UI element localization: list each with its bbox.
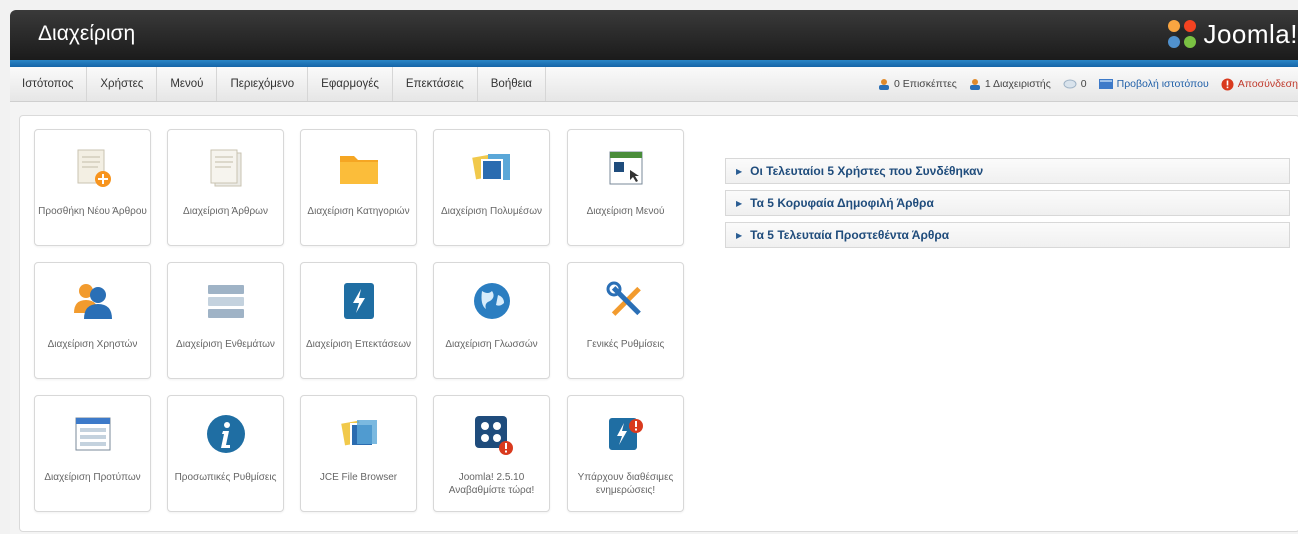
menu-item[interactable]: Περιεχόμενο: [217, 67, 309, 101]
collapsible-module[interactable]: ▶ Τα 5 Κορυφαία Δημοφιλή Άρθρα: [725, 190, 1290, 216]
tile-label: Διαχείριση Προτύπων: [44, 472, 141, 483]
menu-item[interactable]: Ιστότοπος: [10, 67, 88, 101]
tile-label: Διαχείριση Επεκτάσεων: [305, 339, 412, 350]
quick-icon-tile[interactable]: Διαχείριση Κατηγοριών: [300, 129, 417, 246]
info-modules: ▶ Οι Τελευταίοι 5 Χρήστες που Συνδέθηκαν ▶…: [725, 158, 1290, 254]
menu-item[interactable]: Μενού: [157, 67, 218, 101]
collapsible-module[interactable]: ▶ Τα 5 Τελευταία Προστεθέντα Άρθρα: [725, 222, 1290, 248]
expand-arrow-icon: ▶: [736, 230, 743, 240]
module-title: Τα 5 Κορυφαία Δημοφιλή Άρθρα: [750, 196, 934, 210]
quick-icon-tile[interactable]: Διαχείριση Προτύπων: [34, 395, 151, 512]
admin-window: Διαχείριση Joomla! Ιστότοπος Χρήστες Μενού…: [10, 10, 1298, 534]
tile-label: Προσωπικές Ρυθμίσεις: [174, 472, 277, 483]
menu-item[interactable]: Χρήστες: [87, 67, 158, 101]
media-icon: [468, 144, 516, 192]
articles-icon: [202, 144, 250, 192]
globe-icon: [468, 277, 516, 325]
tile-label: Γενικές Ρυθμίσεις: [586, 339, 665, 350]
module-title: Τα 5 Τελευταία Προστεθέντα Άρθρα: [750, 228, 950, 242]
tile-label: Διαχείριση Χρηστών: [47, 339, 138, 350]
tile-label: Διαχείριση Μενού: [586, 206, 665, 217]
control-panel: Προσθήκη Νέου Άρθρου Διαχείριση Άρθρων Δια…: [19, 115, 1298, 532]
quick-icon-tile[interactable]: Διαχείριση Μενού: [567, 129, 684, 246]
tile-label: Διαχείριση Πολυμέσων: [440, 206, 543, 217]
brand-name: Joomla!: [1203, 18, 1298, 49]
tile-label: Διαχείριση Κατηγοριών: [307, 206, 410, 217]
logout-icon: [1221, 78, 1234, 90]
quick-icon-tile[interactable]: Διαχείριση Επεκτάσεων: [300, 262, 417, 379]
joomla-logo-icon: [1168, 20, 1197, 48]
messages-icon: [1063, 79, 1077, 88]
admins-icon: [969, 79, 980, 90]
modules-icon: [202, 277, 250, 325]
main-menu-bar: Ιστότοπος Χρήστες Μενού Περιεχόμενο Εφαρμογέ…: [10, 67, 1298, 102]
accent-strip: [10, 60, 1298, 67]
tile-label: Διαχείριση Άρθρων: [183, 206, 268, 217]
module-title: Οι Τελευταίοι 5 Χρήστες που Συνδέθηκαν: [750, 164, 984, 178]
quick-icon-tile[interactable]: Διαχείριση Γλωσσών: [433, 262, 550, 379]
tile-label: Προσθήκη Νέου Άρθρου: [38, 206, 147, 217]
messages-status[interactable]: 0: [1063, 78, 1087, 90]
menu-item[interactable]: Επεκτάσεις: [393, 67, 478, 101]
page-title: Διαχείριση: [38, 22, 136, 45]
joomla-logo: Joomla!: [1165, 17, 1298, 51]
tile-label: Υπάρχουν διαθέσιμες ενημερώσεις!: [577, 472, 674, 496]
quick-icon-tile[interactable]: Διαχείριση Άρθρων: [167, 129, 284, 246]
joomla-update-icon: [468, 410, 516, 458]
collapsible-module[interactable]: ▶ Οι Τελευταίοι 5 Χρήστες που Συνδέθηκαν: [725, 158, 1290, 184]
admins-status: 1 Διαχειριστής: [969, 78, 1051, 90]
main-menu: Ιστότοπος Χρήστες Μενού Περιεχόμενο Εφαρμογέ…: [10, 67, 546, 101]
view-site-icon: [1098, 79, 1113, 89]
logout-link[interactable]: Αποσύνδεση: [1221, 78, 1298, 91]
users-icon: [69, 277, 117, 325]
visitors-icon: [878, 79, 889, 90]
quick-icon-tile[interactable]: JCE File Browser: [300, 395, 417, 512]
expand-arrow-icon: ▶: [736, 166, 743, 176]
view-site-link[interactable]: Προβολή ιστοτόπου: [1098, 78, 1209, 90]
folder-icon: [335, 144, 383, 192]
quick-icon-tile[interactable]: Υπάρχουν διαθέσιμες ενημερώσεις!: [567, 395, 684, 512]
templates-icon: [69, 410, 117, 458]
tools-icon: [602, 277, 650, 325]
visitors-status: 0 Επισκέπτες: [878, 78, 957, 90]
tile-label: Joomla! 2.5.10 Αναβαθμίστε τώρα!: [448, 472, 535, 496]
tile-label: Διαχείριση Ενθεμάτων: [176, 339, 275, 350]
quick-icon-tile[interactable]: Διαχείριση Χρηστών: [34, 262, 151, 379]
quick-icon-tile[interactable]: Διαχείριση Πολυμέσων: [433, 129, 550, 246]
menu-item[interactable]: Εφαρμογές: [308, 67, 393, 101]
tile-label: Διαχείριση Γλωσσών: [445, 339, 538, 350]
quick-icon-tile[interactable]: Διαχείριση Ενθεμάτων: [167, 262, 284, 379]
info-icon: [202, 410, 250, 458]
quick-icon-tile[interactable]: Joomla! 2.5.10 Αναβαθμίστε τώρα!: [433, 395, 550, 512]
add-article-icon: [69, 144, 117, 192]
extension-update-icon: [602, 410, 650, 458]
extensions-icon: [335, 277, 383, 325]
quick-icon-tile[interactable]: Προσωπικές Ρυθμίσεις: [167, 395, 284, 512]
expand-arrow-icon: ▶: [736, 198, 743, 208]
admin-header: Διαχείριση Joomla!: [10, 10, 1298, 60]
quick-icon-tile[interactable]: Γενικές Ρυθμίσεις: [567, 262, 684, 379]
status-bar: 0 Επισκέπτες 1 Διαχειριστής 0 Προβολή ισ…: [878, 67, 1298, 101]
menu-item[interactable]: Βοήθεια: [478, 67, 546, 101]
file-browser-icon: [335, 410, 383, 458]
quick-icon-tile[interactable]: Προσθήκη Νέου Άρθρου: [34, 129, 151, 246]
menu-manager-icon: [602, 144, 650, 192]
tile-label: JCE File Browser: [319, 472, 398, 483]
